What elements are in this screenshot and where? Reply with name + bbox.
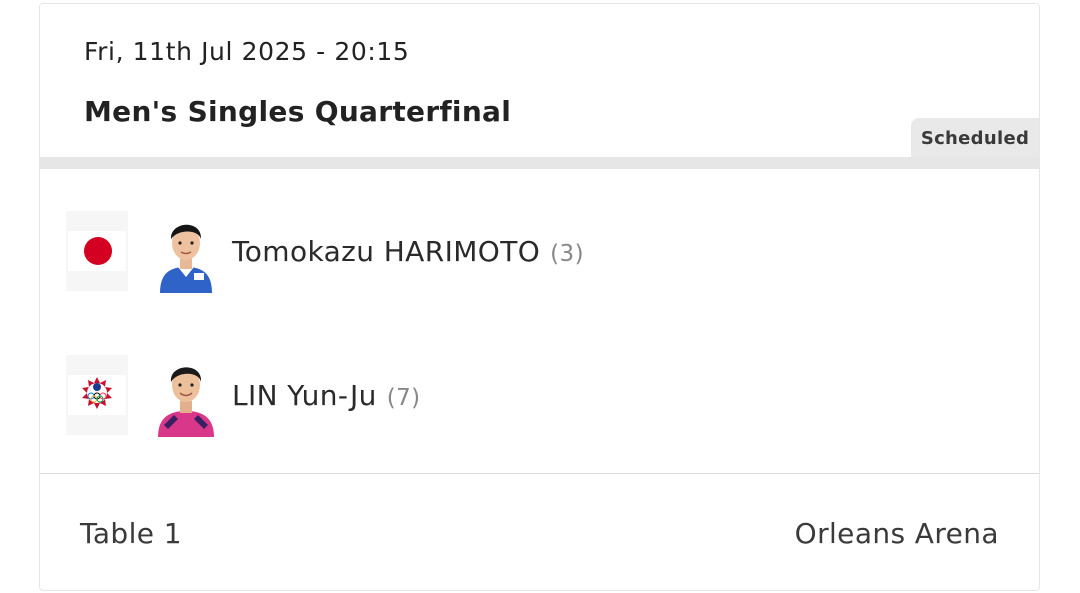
player-row[interactable]: Tomokazu HARIMOTO (3) xyxy=(40,201,1039,301)
match-datetime: Fri, 11th Jul 2025 - 20:15 xyxy=(84,37,410,66)
player-avatar xyxy=(154,211,218,293)
player-seed: (3) xyxy=(550,241,584,267)
player-name[interactable]: LIN Yun-Ju (7) xyxy=(232,379,421,412)
match-title: Men's Singles Quarterfinal xyxy=(84,95,512,128)
chinese-taipei-olympic-flag-icon xyxy=(68,375,126,415)
table-label: Table 1 xyxy=(80,517,182,550)
player-name[interactable]: Tomokazu HARIMOTO (3) xyxy=(232,235,584,268)
match-header: Fri, 11th Jul 2025 - 20:15 Men's Singles… xyxy=(40,4,1039,158)
player-name-text: Tomokazu HARIMOTO xyxy=(232,235,541,268)
venue-label: Orleans Arena xyxy=(794,517,999,550)
player-name-text: LIN Yun-Ju xyxy=(232,379,377,412)
player-avatar xyxy=(154,355,218,437)
status-badge: Scheduled xyxy=(911,118,1039,158)
header-divider xyxy=(40,157,1039,169)
flag-container xyxy=(66,211,128,291)
match-card[interactable]: Fri, 11th Jul 2025 - 20:15 Men's Singles… xyxy=(39,3,1040,591)
japan-flag-icon xyxy=(68,231,126,271)
player-row[interactable]: LIN Yun-Ju (7) xyxy=(40,345,1039,445)
player-seed: (7) xyxy=(386,385,421,411)
footer-divider xyxy=(40,473,1039,474)
flag-container xyxy=(66,355,128,435)
flag-disc xyxy=(84,237,112,265)
